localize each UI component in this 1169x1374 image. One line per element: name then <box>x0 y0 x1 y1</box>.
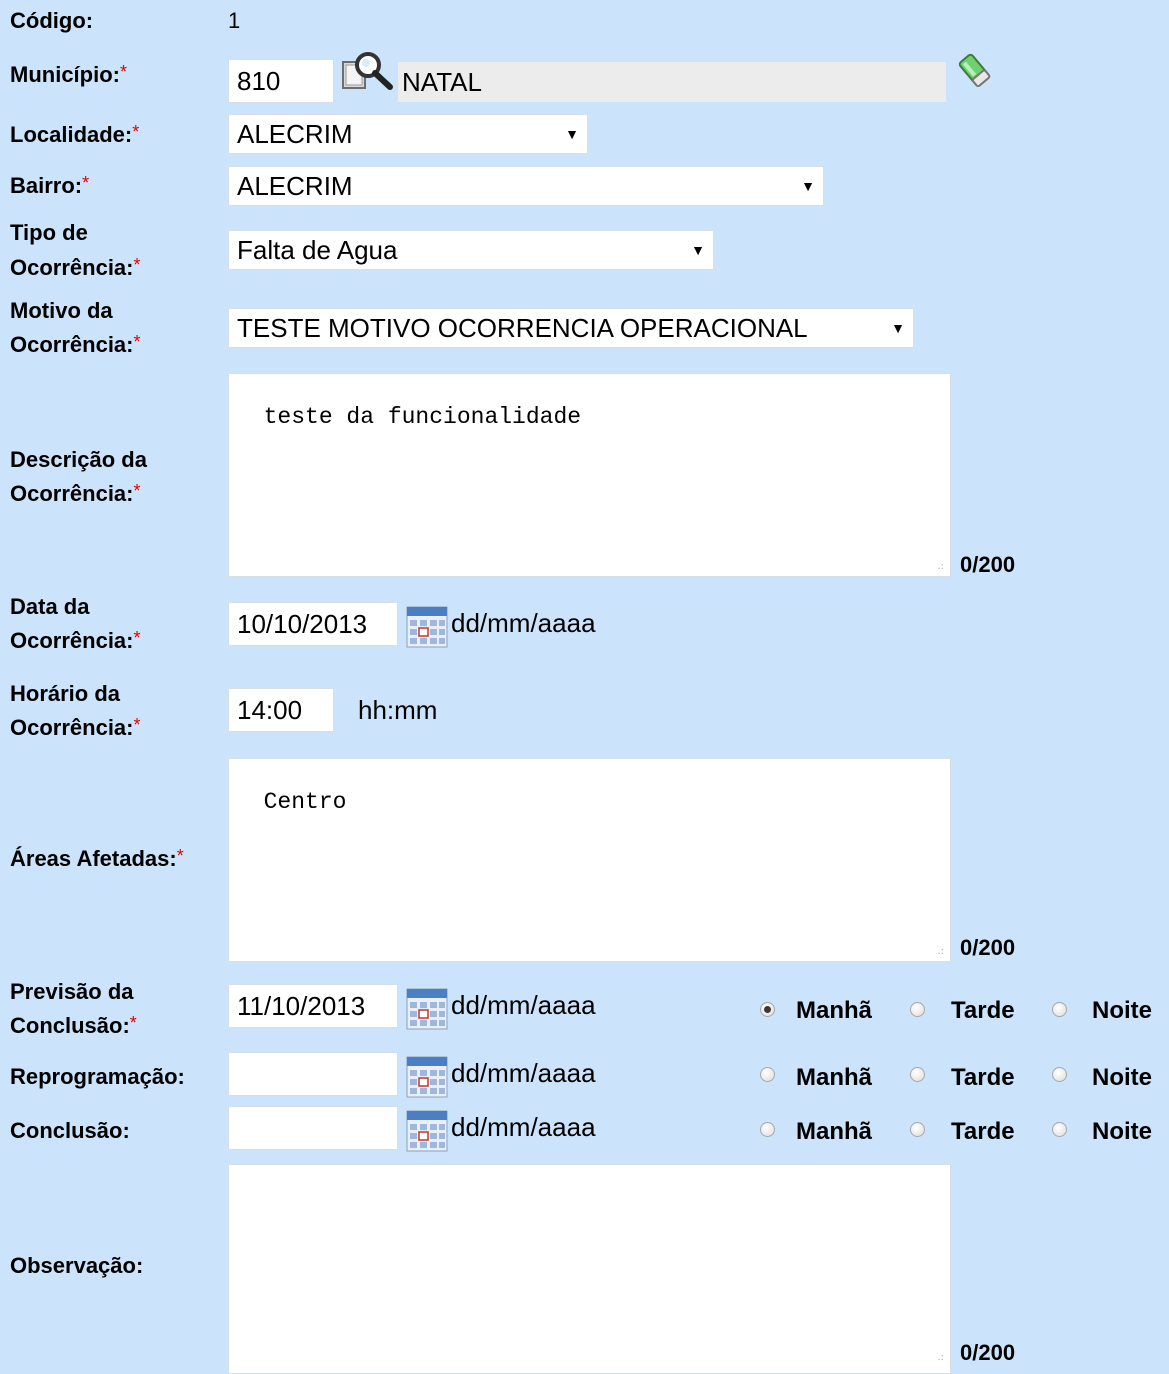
previsao-label-line2: Conclusão:* <box>10 1013 137 1038</box>
previsao-manha-label: Manhã <box>796 997 873 1024</box>
conclusao-tarde-label: Tarde <box>951 1118 1015 1145</box>
tipo-selected-value: Falta de Agua <box>237 235 398 265</box>
tipo-label-line2: Ocorrência:* <box>10 255 141 280</box>
previsao-noite-label: Noite <box>1092 997 1152 1024</box>
calendar-icon[interactable] <box>406 988 448 1030</box>
localidade-selected-value: ALECRIM <box>237 119 353 149</box>
chevron-down-icon: ▼ <box>801 178 815 194</box>
observacao-textarea[interactable]: .: <box>228 1164 951 1374</box>
municipio-code-input[interactable]: 810 <box>228 59 334 103</box>
conclusao-radio-tarde[interactable] <box>910 1122 925 1137</box>
search-magnifier-icon[interactable] <box>340 50 396 94</box>
chevron-down-icon: ▼ <box>891 320 905 336</box>
codigo-label: Código: <box>10 8 94 33</box>
areas-label: Áreas Afetadas:* <box>10 846 184 871</box>
descricao-text: teste da funcionalidade <box>263 404 582 430</box>
horario-label-line2: Ocorrência:* <box>10 715 141 740</box>
eraser-icon[interactable] <box>954 50 996 92</box>
bairro-select[interactable]: ALECRIM ▼ <box>228 166 824 206</box>
previsao-label-line1: Previsão da <box>10 979 134 1004</box>
motivo-label-line1: Motivo da <box>10 298 113 323</box>
reprogramacao-tarde-label: Tarde <box>951 1064 1015 1091</box>
conclusao-input[interactable] <box>228 1106 398 1150</box>
reprogramacao-label: Reprogramação: <box>10 1064 185 1089</box>
municipio-label: Município:* <box>10 62 127 87</box>
municipio-name-field: NATAL <box>398 62 946 102</box>
descricao-char-counter: 0/200 <box>960 552 1016 577</box>
reprogramacao-radio-manha[interactable] <box>760 1067 775 1082</box>
bairro-label: Bairro:* <box>10 173 90 198</box>
resize-grip-icon[interactable]: .: <box>937 946 944 957</box>
resize-grip-icon[interactable]: .: <box>937 1352 944 1363</box>
localidade-select[interactable]: ALECRIM ▼ <box>228 114 588 154</box>
conclusao-format-hint: dd/mm/aaaa <box>451 1112 596 1142</box>
reprogramacao-format-hint: dd/mm/aaaa <box>451 1058 596 1088</box>
motivo-label-line2: Ocorrência:* <box>10 332 141 357</box>
previsao-radio-tarde[interactable] <box>910 1002 925 1017</box>
tipo-label-line1: Tipo de <box>10 220 88 245</box>
motivo-ocorrencia-select[interactable]: TESTE MOTIVO OCORRENCIA OPERACIONAL ▼ <box>228 308 914 348</box>
resize-grip-icon[interactable]: .: <box>937 561 944 572</box>
areas-text: Centro <box>263 789 347 815</box>
previsao-radio-noite[interactable] <box>1052 1002 1067 1017</box>
horario-label-line1: Horário da <box>10 681 121 706</box>
reprogramacao-noite-label: Noite <box>1092 1064 1152 1091</box>
descricao-label-line2: Ocorrência:* <box>10 481 141 506</box>
calendar-icon[interactable] <box>406 606 448 648</box>
horario-ocorrencia-input[interactable]: 14:00 <box>228 688 334 732</box>
calendar-icon[interactable] <box>406 1110 448 1152</box>
motivo-selected-value: TESTE MOTIVO OCORRENCIA OPERACIONAL <box>237 313 808 343</box>
observacao-label: Observação: <box>10 1253 144 1278</box>
chevron-down-icon: ▼ <box>565 126 579 142</box>
reprogramacao-radio-noite[interactable] <box>1052 1067 1067 1082</box>
conclusao-manha-label: Manhã <box>796 1118 873 1145</box>
descricao-textarea[interactable]: teste da funcionalidade .: <box>228 373 951 577</box>
observacao-char-counter: 0/200 <box>960 1340 1016 1365</box>
reprogramacao-radio-tarde[interactable] <box>910 1067 925 1082</box>
data-format-hint: dd/mm/aaaa <box>451 608 596 638</box>
bairro-selected-value: ALECRIM <box>237 171 353 201</box>
previsao-format-hint: dd/mm/aaaa <box>451 990 596 1020</box>
horario-format-hint: hh:mm <box>358 695 438 725</box>
previsao-radio-manha[interactable] <box>760 1002 775 1017</box>
previsao-conclusao-input[interactable]: 11/10/2013 <box>228 984 398 1028</box>
reprogramacao-manha-label: Manhã <box>796 1064 873 1091</box>
descricao-label-line1: Descrição da <box>10 447 147 472</box>
localidade-label: Localidade:* <box>10 122 140 147</box>
previsao-tarde-label: Tarde <box>951 997 1015 1024</box>
conclusao-radio-noite[interactable] <box>1052 1122 1067 1137</box>
conclusao-noite-label: Noite <box>1092 1118 1152 1145</box>
data-label-line1: Data da <box>10 594 90 619</box>
reprogramacao-input[interactable] <box>228 1052 398 1096</box>
areas-char-counter: 0/200 <box>960 935 1016 960</box>
tipo-ocorrencia-select[interactable]: Falta de Agua ▼ <box>228 230 714 270</box>
conclusao-radio-manha[interactable] <box>760 1122 775 1137</box>
data-ocorrencia-input[interactable]: 10/10/2013 <box>228 602 398 646</box>
chevron-down-icon: ▼ <box>691 242 705 258</box>
data-label-line2: Ocorrência:* <box>10 628 141 653</box>
areas-afetadas-textarea[interactable]: Centro .: <box>228 758 951 962</box>
conclusao-label: Conclusão: <box>10 1118 130 1143</box>
codigo-value: 1 <box>228 8 241 33</box>
calendar-icon[interactable] <box>406 1056 448 1098</box>
